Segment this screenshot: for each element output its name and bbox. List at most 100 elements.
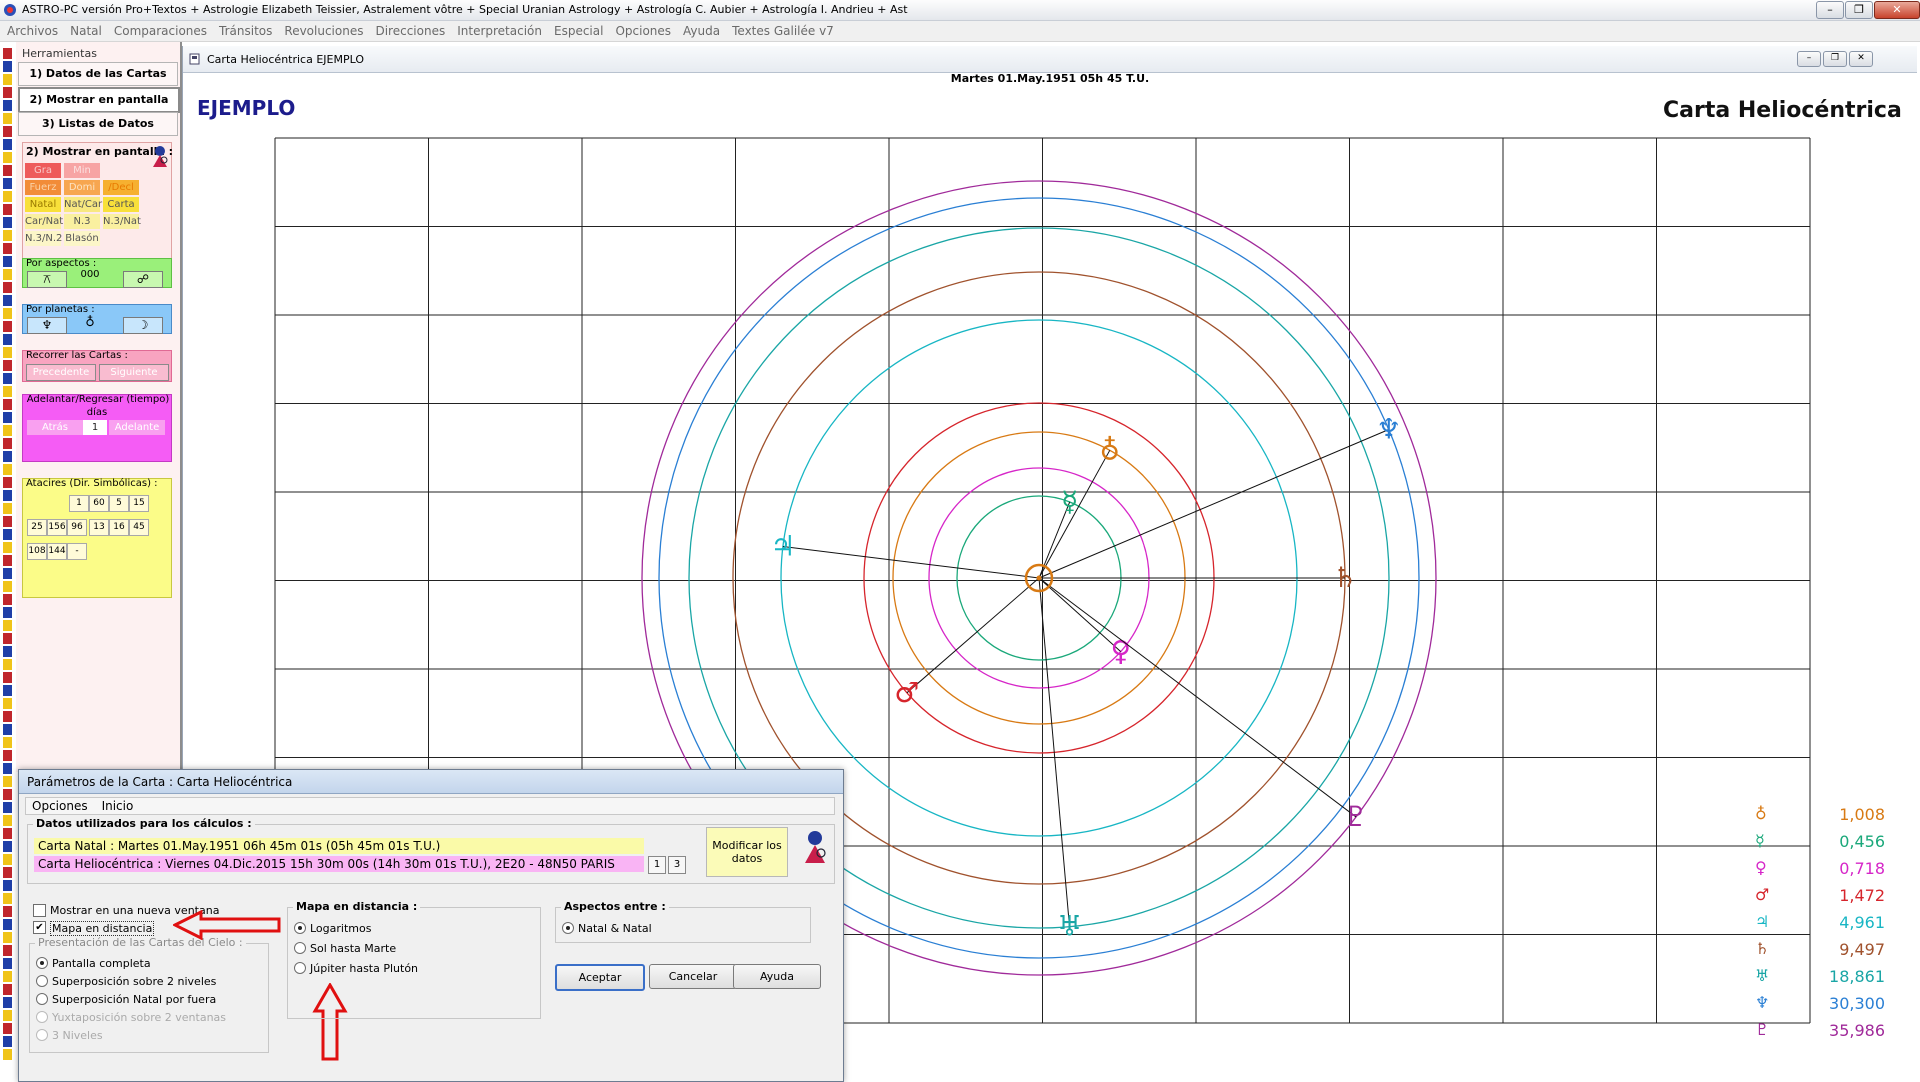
mapa-distancia-checkbox[interactable]: ✔ [33,921,46,934]
adelante-button[interactable]: Adelante [109,420,165,435]
sol-marte-radio[interactable] [294,942,306,954]
strip-swatch [3,269,12,280]
strip-swatch [3,724,12,735]
aspect-semisextile-button[interactable]: ⚻ [27,271,67,288]
atacir-cell[interactable]: 13 [89,519,109,536]
atacir-cell[interactable]: 156 [47,519,67,536]
planet-moon-button[interactable]: ☽ [123,317,163,334]
btn-n3[interactable]: N.3 [64,214,100,229]
dialog-menu-opciones[interactable]: Opciones [26,798,96,813]
btn-blason[interactable]: Blasón [64,231,100,246]
pantalla-completa-radio[interactable] [36,957,48,969]
menu-revoluciones[interactable]: Revoluciones [277,21,368,38]
atacir-cell[interactable]: - [67,543,87,560]
planet-glyph-jupiter: ♃ [770,530,795,563]
adelantar-title: Adelantar/Regresar (tiempo) [26,394,170,405]
mapa-fieldset: Mapa en distancia : Logaritmos Sol hasta… [287,900,541,1019]
btn-n3nat[interactable]: N.3/Nat [103,214,141,229]
btn-natcar[interactable]: Nat/Car [64,197,102,212]
planet-glyph-saturn: ♄ [1332,561,1357,594]
btn-carnat[interactable]: Car/Nat [25,214,63,229]
atacir-cell[interactable]: 25 [27,519,47,536]
strip-swatch [3,919,12,930]
menu-natal[interactable]: Natal [63,21,107,38]
superposicion-2-radio[interactable] [36,975,48,987]
logaritmos-radio[interactable] [294,922,306,934]
helio-line: Carta Heliocéntrica : Viernes 04.Dic.201… [34,856,644,872]
atacir-cell[interactable]: 1 [69,495,89,512]
precedente-button[interactable]: Precedente [26,364,96,381]
btn-fuerz[interactable]: Fuerz [25,180,61,195]
minimize-button[interactable]: – [1816,1,1844,19]
atacir-cell[interactable]: 60 [89,495,109,512]
strip-swatch [3,347,12,358]
strip-swatch [3,191,12,202]
strip-swatch [3,633,12,644]
btn-gra[interactable]: Gra [25,163,61,178]
tab-listas-datos[interactable]: 3) Listas de Datos [18,112,178,136]
menu-especial[interactable]: Especial [547,21,608,38]
planet-earth-icon[interactable]: ♁ [75,315,105,330]
tres-niveles-radio [36,1029,48,1041]
strip-swatch [3,594,12,605]
atacir-cell[interactable]: 108 [27,543,47,560]
planet-neptune-button[interactable]: ♆ [27,317,67,334]
menu-comparaciones[interactable]: Comparaciones [107,21,212,38]
menu-ayuda[interactable]: Ayuda [676,21,725,38]
days-input[interactable]: 1 [83,420,107,435]
menu-interpretacion[interactable]: Interpretación [450,21,547,38]
strip-swatch [3,412,12,423]
jupiter-pluton-radio[interactable] [294,962,306,974]
nueva-ventana-checkbox[interactable] [33,904,46,917]
atacir-cell[interactable]: 96 [67,519,87,536]
strip-swatch [3,607,12,618]
mapa-legend: Mapa en distancia : [293,900,421,913]
btn-n3n2[interactable]: N.3/N.2 [25,231,62,246]
atacir-cell[interactable]: 16 [109,519,129,536]
restore-button[interactable]: ❐ [1845,1,1873,19]
ayuda-button[interactable]: Ayuda [733,964,821,989]
menu-transitos[interactable]: Tránsitos [212,21,277,38]
btn-decl[interactable]: /Decl [103,180,139,195]
btn-domi[interactable]: Domi [64,180,100,195]
strip-swatch [3,360,12,371]
datos-legend: Datos utilizados para los cálculos : [33,817,255,830]
atras-button[interactable]: Atrás [27,420,83,435]
atacir-cell[interactable]: 45 [129,519,149,536]
datos-button-3[interactable]: 3 [668,856,686,874]
strip-swatch [3,737,12,748]
btn-natal[interactable]: Natal [25,197,61,212]
natal-natal-radio[interactable] [562,922,574,934]
menu-archivos[interactable]: Archivos [0,21,63,38]
modificar-button[interactable]: Modificar los datos [706,827,788,877]
superposicion-natal-radio[interactable] [36,993,48,1005]
cancelar-button[interactable]: Cancelar [649,964,737,989]
datos-button-1[interactable]: 1 [648,856,666,874]
tab-mostrar-pantalla[interactable]: 2) Mostrar en pantalla [18,87,180,113]
btn-carta[interactable]: Carta [103,197,139,212]
atacir-cell[interactable]: 144 [47,543,67,560]
atacir-cell[interactable]: 15 [129,495,149,512]
aceptar-button[interactable]: Aceptar [555,964,645,991]
strip-swatch [3,854,12,865]
strip-swatch [3,217,12,228]
menu-opciones[interactable]: Opciones [608,21,676,38]
siguiente-button[interactable]: Siguiente [99,364,169,381]
por-planetas-group: Por planetas : ♆ ♁ ☽ [22,304,172,334]
menu-direcciones[interactable]: Direcciones [368,21,450,38]
strip-swatch [3,1049,12,1060]
dialog-menu-inicio[interactable]: Inicio [96,798,142,813]
aspect-line [906,577,1040,694]
strip-swatch [3,672,12,683]
atacir-cell[interactable]: 5 [109,495,129,512]
close-button[interactable]: ✕ [1874,1,1920,19]
tab-datos-cartas[interactable]: 1) Datos de las Cartas [18,62,178,86]
btn-min[interactable]: Min [64,163,100,178]
legend-distance-value: 1,008 [1839,805,1885,824]
aspect-opposition-button[interactable]: ☍ [123,271,163,288]
chart-parameters-dialog: Parámetros de la Carta : Carta Heliocént… [18,769,844,1082]
menu-textes-galilee[interactable]: Textes Galilée v7 [725,21,839,38]
mostrar-group: 2) Mostrar en pantalla : Gra Min Fuerz D… [22,142,173,274]
strip-swatch [3,711,12,722]
strip-swatch [3,971,12,982]
